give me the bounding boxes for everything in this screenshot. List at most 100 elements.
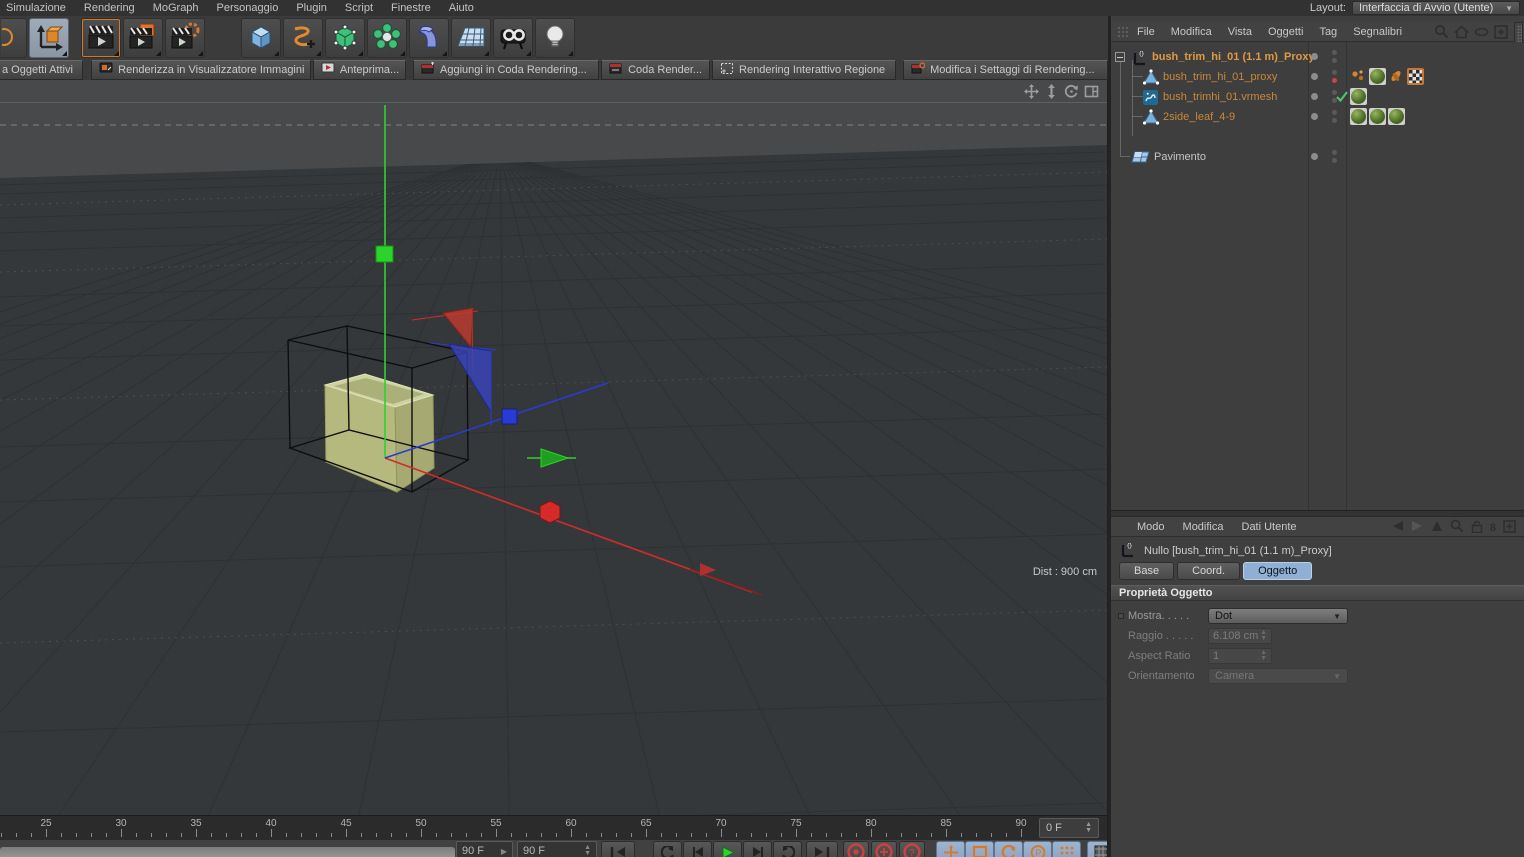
prev-key-button[interactable] xyxy=(653,841,682,857)
render-queue-tab[interactable]: Coda Render... xyxy=(601,60,711,80)
prev-frame-button[interactable] xyxy=(683,841,712,857)
interactive-render-region-tab[interactable]: Rendering Interattivo Regione xyxy=(712,60,897,80)
am-menu-modifica[interactable]: Modifica xyxy=(1183,521,1224,533)
goto-start-button[interactable] xyxy=(601,841,635,857)
layout-dropdown[interactable]: Interfaccia di Avvio (Utente) ▼ xyxy=(1352,1,1520,15)
preview-tab[interactable]: Anteprima... xyxy=(312,60,406,80)
timeline-scrubber[interactable] xyxy=(0,847,455,857)
vray-leaf-tag[interactable] xyxy=(1388,68,1405,85)
aspect-ratio-spinner[interactable]: 1 ▲ ▼ xyxy=(1208,648,1272,664)
editor-visibility-dot[interactable] xyxy=(1332,70,1337,75)
layer-dot[interactable] xyxy=(1311,53,1318,60)
move-tool-button[interactable] xyxy=(29,18,69,58)
record-keyframe-button[interactable] xyxy=(843,841,869,857)
keying-position-button[interactable] xyxy=(936,841,965,857)
editor-visibility-dot[interactable] xyxy=(1332,150,1337,155)
mostra-dropdown[interactable]: Dot ▼ xyxy=(1208,608,1348,624)
add-render-queue-tab[interactable]: Aggiungi in Coda Rendering... xyxy=(413,60,600,80)
am-menu-dati-utente[interactable]: Dati Utente xyxy=(1242,521,1297,533)
add-light-button[interactable] xyxy=(535,18,575,58)
object-label[interactable]: Pavimento xyxy=(1154,151,1206,163)
menu-aiuto[interactable]: Aiuto xyxy=(449,2,474,14)
om-menu-tag[interactable]: Tag xyxy=(1319,26,1337,38)
render-picture-viewer-button[interactable] xyxy=(123,18,163,58)
texture-tag[interactable] xyxy=(1350,108,1367,125)
timeline-ruler[interactable]: 0 F ▲ ▼ 25 30 35 40 45 50 55 60 65 70 75 80 85 90 xyxy=(0,815,1108,840)
tab-oggetto[interactable]: Oggetto xyxy=(1243,562,1313,580)
compositing-tag[interactable] xyxy=(1407,68,1424,85)
tab-coord[interactable]: Coord. xyxy=(1177,562,1241,580)
om-menu-modifica[interactable]: Modifica xyxy=(1171,26,1212,38)
tree-row-pavimento[interactable]: Pavimento xyxy=(1111,147,1524,167)
range-start-field[interactable]: 90 F ▶ xyxy=(456,841,513,857)
tree-row-leaf[interactable]: 2side_leaf_4-9 xyxy=(1111,107,1524,127)
menu-finestre[interactable]: Finestre xyxy=(391,2,431,14)
panel-grip-icon[interactable] xyxy=(1117,26,1129,38)
home-icon[interactable] xyxy=(1453,24,1470,42)
next-frame-button[interactable] xyxy=(743,841,772,857)
x-axis-handle[interactable] xyxy=(539,500,561,524)
menu-rendering[interactable]: Rendering xyxy=(84,2,135,14)
texture-tag[interactable] xyxy=(1369,108,1386,125)
range-end-field[interactable]: 90 F ▲ ▼ xyxy=(517,841,597,857)
om-menu-file[interactable]: File xyxy=(1137,26,1155,38)
editor-visibility-dot[interactable] xyxy=(1332,110,1337,115)
render-visibility-dot[interactable] xyxy=(1332,58,1337,63)
render-visibility-dot[interactable] xyxy=(1332,158,1337,163)
lock-icon[interactable] xyxy=(1471,520,1483,536)
toggle-view-icon[interactable] xyxy=(1083,84,1099,99)
om-menu-segnalibri[interactable]: Segnalibri xyxy=(1353,26,1402,38)
add-cube-button[interactable] xyxy=(241,18,281,58)
keying-pla-button[interactable] xyxy=(1052,841,1081,857)
om-menu-vista[interactable]: Vista xyxy=(1228,26,1252,38)
raggio-spinner[interactable]: 6.108 cm ▲ ▼ xyxy=(1208,628,1272,644)
panel-splitter[interactable] xyxy=(1111,510,1524,517)
add-spline-button[interactable] xyxy=(283,18,323,58)
live-selection-button[interactable] xyxy=(0,18,27,58)
render-settings-button[interactable] xyxy=(165,18,205,58)
tree-row-proxy-null[interactable]: 0 bush_trim_hi_01 (1.1 m)_Proxy xyxy=(1111,47,1524,67)
goto-end-button[interactable] xyxy=(806,841,838,857)
menu-plugin[interactable]: Plugin xyxy=(296,2,327,14)
add-floor-button[interactable] xyxy=(451,18,491,58)
layer-dot[interactable] xyxy=(1311,153,1318,160)
texture-tag[interactable] xyxy=(1350,88,1367,105)
om-menu-oggetti[interactable]: Oggetti xyxy=(1268,26,1303,38)
enabled-check-icon[interactable] xyxy=(1335,89,1349,106)
render-visibility-dot[interactable] xyxy=(1332,78,1337,83)
menu-personaggio[interactable]: Personaggio xyxy=(217,2,279,14)
render-view-button[interactable] xyxy=(81,18,121,58)
tree-row-vrmesh[interactable]: bush_trimhi_01.vrmesh xyxy=(1111,87,1524,107)
keying-scale-button[interactable] xyxy=(965,841,994,857)
object-label[interactable]: bush_trimhi_01.vrmesh xyxy=(1163,91,1277,103)
keying-parameter-button[interactable]: P xyxy=(1023,841,1052,857)
parent-up-icon[interactable] xyxy=(1431,520,1443,535)
display-tag[interactable] xyxy=(1350,68,1367,85)
pan-view-icon[interactable] xyxy=(1023,84,1039,99)
track-icon[interactable]: 8 xyxy=(1490,522,1496,534)
keying-rotation-button[interactable] xyxy=(994,841,1023,857)
spinner-arrows-icon[interactable]: ▲ ▼ xyxy=(1260,649,1267,662)
add-array-button[interactable] xyxy=(367,18,407,58)
spinner-arrows-icon[interactable]: ▲ ▼ xyxy=(1260,629,1267,642)
rotate-view-icon[interactable] xyxy=(1063,84,1079,99)
menu-mograph[interactable]: MoGraph xyxy=(153,2,199,14)
search-icon[interactable] xyxy=(1450,519,1464,536)
editor-visibility-dot[interactable] xyxy=(1332,50,1337,55)
layer-dot[interactable] xyxy=(1311,113,1318,120)
record-position-button[interactable] xyxy=(871,841,897,857)
autokey-button[interactable] xyxy=(1087,841,1107,857)
edit-render-settings-tab[interactable]: Modifica i Settaggi di Rendering... xyxy=(903,60,1108,80)
render-visibility-dot[interactable] xyxy=(1332,118,1337,123)
perspective-viewport[interactable]: Dist : 900 cm xyxy=(0,80,1108,815)
record-params-button[interactable]: ? xyxy=(899,841,925,857)
eye-icon[interactable] xyxy=(1474,27,1489,40)
menu-script[interactable]: Script xyxy=(345,2,373,14)
tree-row-proxy-cone[interactable]: bush_trim_hi_01_proxy xyxy=(1111,67,1524,87)
texture-tag[interactable] xyxy=(1388,108,1405,125)
object-label[interactable]: bush_trim_hi_01_proxy xyxy=(1163,71,1277,83)
next-key-button[interactable] xyxy=(773,841,802,857)
render-picture-viewer-tab[interactable]: Renderizza in Visualizzatore Immagini xyxy=(91,60,311,80)
tab-base[interactable]: Base xyxy=(1119,562,1175,580)
add-panel-icon[interactable] xyxy=(1494,24,1508,42)
